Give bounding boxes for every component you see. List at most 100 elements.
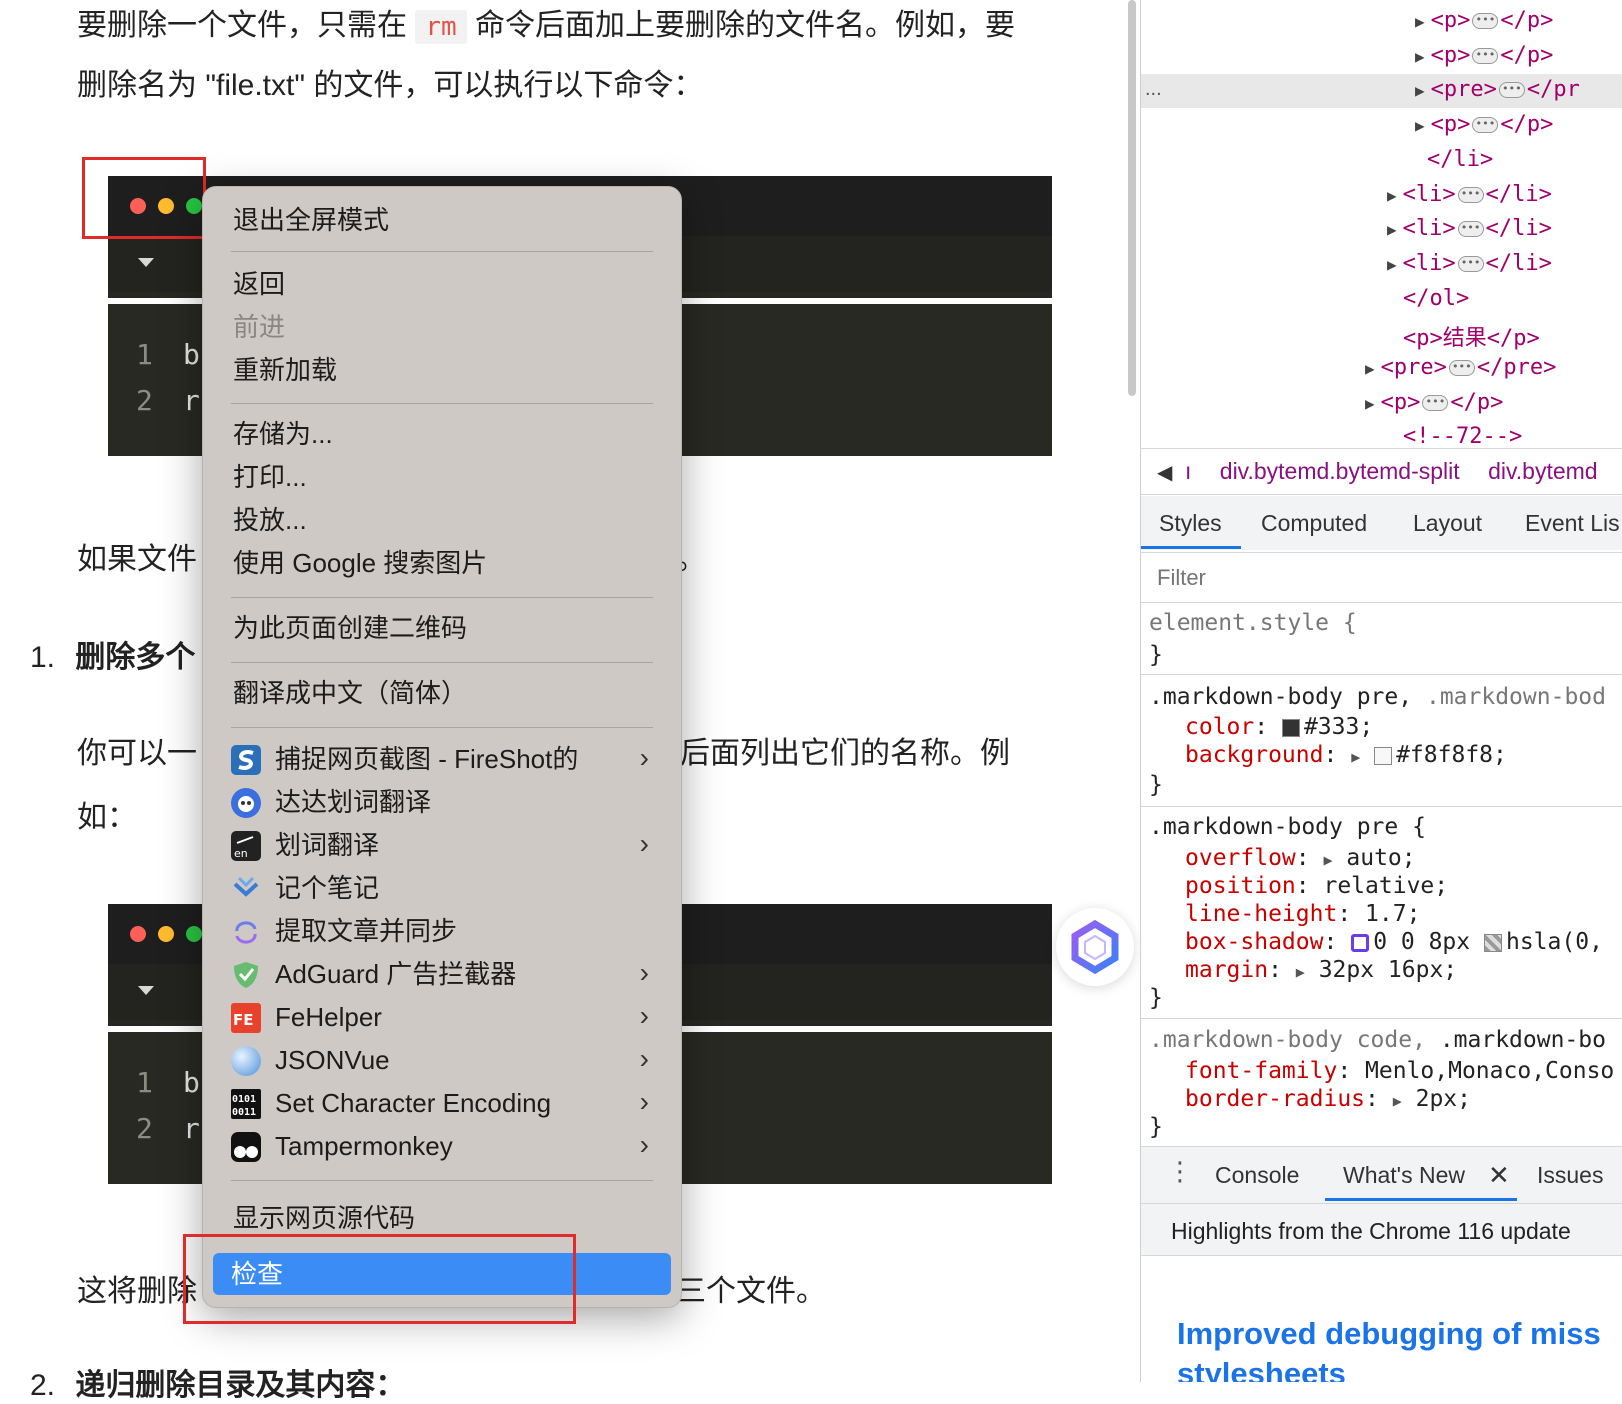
css-brace: } — [1149, 772, 1163, 798]
css-decl-color[interactable]: color: #333; — [1185, 714, 1373, 740]
breadcrumb-item[interactable]: div.bytemd — [1488, 458, 1598, 484]
menu-item-google-image-search[interactable]: 使用 Google 搜索图片 — [231, 542, 653, 584]
dom-node-row[interactable]: ▶ <pre> ••• </pre> — [1365, 355, 1556, 380]
collapsed-content-icon[interactable]: ••• — [1448, 360, 1475, 376]
css-rule-2-selector: .markdown-body pre { — [1149, 814, 1426, 840]
dom-node-row[interactable]: ▶ <p> ••• </p> — [1415, 112, 1553, 137]
menu-item-exit-fullscreen[interactable]: 退出全屏模式 — [231, 199, 653, 241]
collapsed-content-icon[interactable]: ••• — [1472, 13, 1499, 29]
css-decl-border-radius[interactable]: border-radius: ▶ 2px; — [1185, 1086, 1471, 1112]
menu-item-adguard[interactable]: AdGuard 广告拦截器 › — [231, 953, 653, 995]
dom-node-row[interactable]: ▶ <p> ••• </p> — [1415, 8, 1553, 33]
dom-tag: <li> — [1402, 250, 1456, 276]
dom-node-row[interactable]: </li> — [1427, 147, 1493, 172]
css-value: hsla(0, — [1505, 929, 1603, 955]
menu-item-tampermonkey[interactable]: Tampermonkey › — [231, 1125, 653, 1167]
menu-item-word-translate[interactable]: en 划词翻译 › — [231, 824, 653, 866]
expand-triangle-icon[interactable]: ▶ — [1415, 47, 1425, 66]
dom-node-row[interactable]: <p>结果</p> — [1403, 320, 1540, 352]
styles-filter-input[interactable] — [1147, 556, 1622, 600]
expand-triangle-icon[interactable]: ▶ — [1365, 359, 1375, 378]
fireshot-icon — [231, 745, 261, 775]
dom-tag: </pre> — [1476, 355, 1557, 380]
menu-item-reload[interactable]: 重新加载 — [231, 349, 653, 391]
expand-triangle-icon[interactable]: ▶ — [1415, 12, 1425, 31]
menu-item-fireshot[interactable]: 捕捉网页截图 - FireShot的 › — [231, 738, 653, 780]
menu-item-translate[interactable]: 翻译成中文（简体） — [231, 672, 653, 714]
floating-assistant-button[interactable] — [1056, 908, 1134, 986]
expand-triangle-icon[interactable]: ▶ — [1387, 255, 1397, 274]
color-swatch-icon[interactable] — [1281, 718, 1300, 737]
breadcrumb-item[interactable]: ı — [1185, 458, 1191, 484]
collapse-caret-icon[interactable] — [138, 258, 154, 267]
css-decl-line-height[interactable]: line-height: 1.7; — [1185, 901, 1420, 927]
menu-item-fehelper[interactable]: FE FeHelper › — [231, 996, 653, 1038]
breadcrumb: ı div.bytemd.bytemd-split div.bytemd — [1185, 458, 1598, 485]
css-decl-background[interactable]: background: ▶ #f8f8f8; — [1185, 742, 1507, 768]
expand-triangle-icon[interactable]: ▶ — [1323, 851, 1332, 869]
expand-triangle-icon[interactable]: ▶ — [1415, 116, 1425, 135]
collapsed-content-icon[interactable]: ••• — [1472, 117, 1499, 134]
expand-triangle-icon[interactable]: ▶ — [1393, 1092, 1402, 1110]
whats-new-article-title[interactable]: Improved debugging of miss — [1177, 1316, 1601, 1352]
menu-item-cast[interactable]: 投放... — [231, 499, 653, 541]
dom-node-row[interactable]: ▶ <p> ••• </p> — [1365, 390, 1503, 415]
drawer-tab-issues[interactable]: Issues — [1537, 1162, 1603, 1189]
drawer-tab-console[interactable]: Console — [1215, 1162, 1299, 1189]
tab-layout[interactable]: Layout — [1413, 510, 1482, 537]
menu-item-note[interactable]: 记个笔记 — [231, 867, 653, 909]
zoom-dot-icon — [186, 926, 202, 942]
color-swatch-icon[interactable] — [1483, 933, 1502, 952]
dom-node-row[interactable]: ▶ <p> ••• </p> — [1415, 43, 1553, 68]
css-decl-font-family[interactable]: font-family: Menlo,Monaco,Conso — [1185, 1058, 1614, 1084]
expand-triangle-icon[interactable]: ▶ — [1387, 186, 1397, 205]
dom-node-row[interactable]: <!--72--> — [1403, 424, 1522, 449]
menu-item-print[interactable]: 打印... — [231, 456, 653, 498]
expand-triangle-icon[interactable]: ▶ — [1365, 394, 1375, 413]
expand-triangle-icon[interactable]: ▶ — [1415, 81, 1425, 100]
tab-computed[interactable]: Computed — [1261, 510, 1367, 537]
collapsed-content-icon[interactable]: ••• — [1457, 186, 1484, 203]
drawer-menu-icon[interactable]: ⋮ — [1167, 1156, 1193, 1187]
whats-new-article-title[interactable]: stylesheets — [1177, 1356, 1346, 1382]
dom-row-menu-icon[interactable]: ... — [1145, 78, 1162, 101]
expand-triangle-icon[interactable]: ▶ — [1387, 220, 1397, 239]
drawer-tab-whats-new[interactable]: What's New — [1343, 1162, 1465, 1189]
dom-node-row[interactable]: ▶ <pre> ••• </pr — [1415, 77, 1580, 102]
menu-item-set-encoding[interactable]: 0101 0011 Set Character Encoding › — [231, 1082, 653, 1124]
page-scrollbar[interactable] — [1128, 0, 1136, 396]
collapsed-content-icon[interactable]: ••• — [1457, 221, 1484, 238]
expand-triangle-icon[interactable]: ▶ — [1351, 748, 1360, 766]
css-decl-margin[interactable]: margin: ▶ 32px 16px; — [1185, 957, 1457, 983]
breadcrumb-item[interactable]: div.bytemd.bytemd-split — [1220, 458, 1460, 484]
shadow-editor-icon[interactable] — [1351, 933, 1370, 952]
css-selector: element.style { — [1149, 610, 1357, 636]
tab-styles[interactable]: Styles — [1159, 510, 1222, 537]
css-decl-overflow[interactable]: overflow: ▶ auto; — [1185, 845, 1416, 871]
color-swatch-icon[interactable] — [1374, 746, 1393, 765]
menu-item-qr-code[interactable]: 为此页面创建二维码 — [231, 607, 653, 649]
menu-item-sync[interactable]: 提取文章并同步 — [231, 910, 653, 952]
tab-event-listeners[interactable]: Event Lis — [1525, 510, 1620, 537]
menu-item-view-source[interactable]: 显示网页源代码 — [231, 1203, 653, 1233]
collapse-caret-icon[interactable] — [138, 986, 154, 995]
dom-node-row[interactable]: ▶ <li> ••• </li> — [1387, 251, 1552, 276]
sync-icon — [231, 917, 261, 947]
menu-separator — [231, 727, 653, 728]
menu-item-dada-translate[interactable]: 达达划词翻译 — [231, 781, 653, 823]
css-decl-position[interactable]: position: relative; — [1185, 873, 1448, 899]
close-icon[interactable]: ✕ — [1488, 1160, 1510, 1191]
collapsed-content-icon[interactable]: ••• — [1457, 255, 1484, 272]
expand-triangle-icon[interactable]: ▶ — [1296, 963, 1305, 981]
menu-item-back[interactable]: 返回 — [231, 263, 653, 305]
collapsed-content-icon[interactable]: ••• — [1422, 394, 1449, 411]
collapsed-content-icon[interactable]: ••• — [1498, 82, 1525, 99]
dom-node-row[interactable]: ▶ <li> ••• </li> — [1387, 216, 1552, 241]
dom-node-row[interactable]: </ol> — [1403, 286, 1469, 311]
collapsed-content-icon[interactable]: ••• — [1472, 47, 1499, 64]
dom-node-row[interactable]: ▶ <li> ••• </li> — [1387, 182, 1552, 207]
menu-item-jsonvue[interactable]: JSONVue › — [231, 1039, 653, 1081]
menu-item-save-as[interactable]: 存储为... — [231, 413, 653, 455]
breadcrumb-left-arrow-icon[interactable]: ◀ — [1157, 460, 1172, 485]
css-decl-box-shadow[interactable]: box-shadow: 0 0 8px hsla(0, — [1185, 929, 1603, 955]
